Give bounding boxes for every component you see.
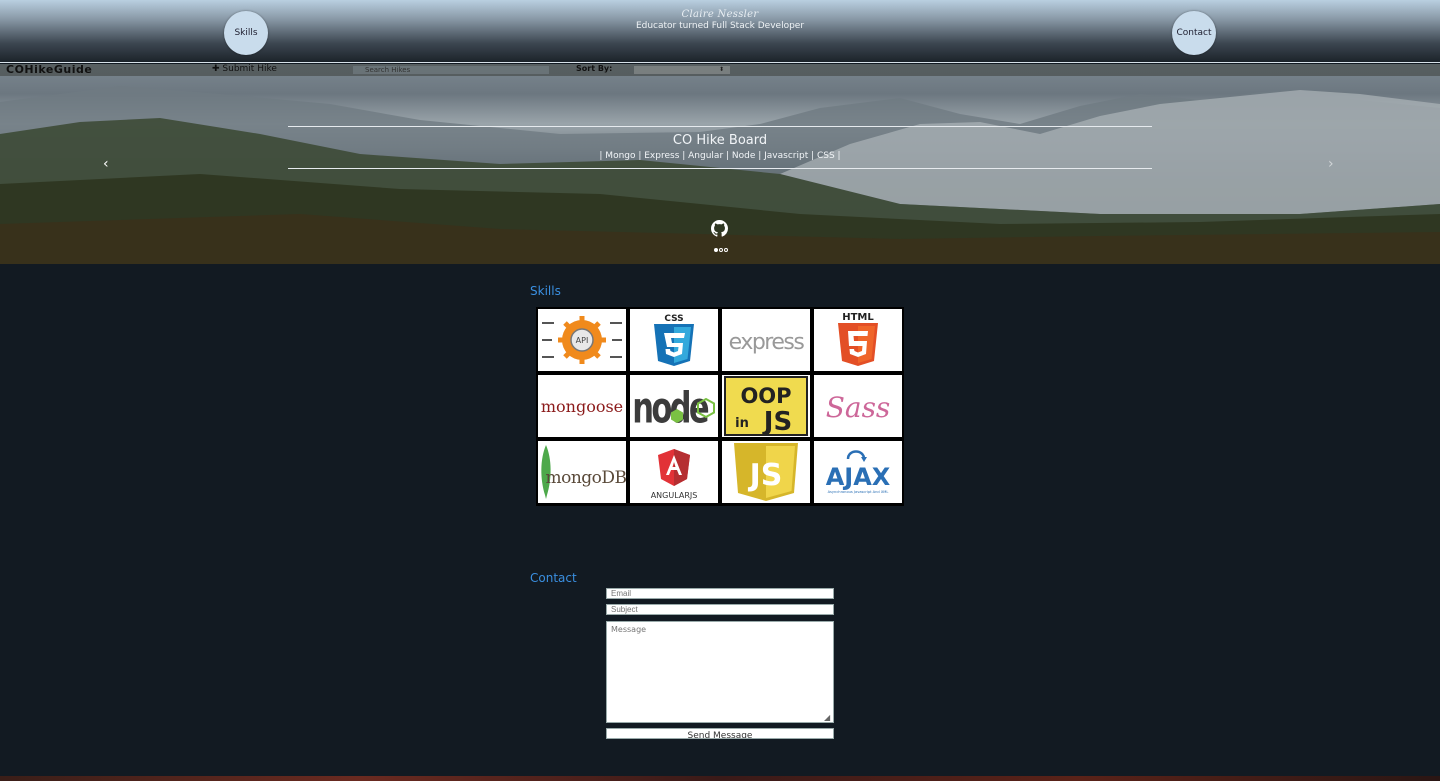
express-logo: express <box>722 309 810 371</box>
send-message-button[interactable]: Send Message <box>606 728 834 739</box>
carousel-indicators <box>714 248 728 252</box>
project-preview-navbar: COHikeGuide ✚ Submit Hike Search Hikes S… <box>0 64 1440 76</box>
oop-logo-js-text: JS <box>762 407 792 437</box>
mongoose-logo-text: mongoose <box>541 397 623 416</box>
skills-grid: API CSS express HTML mongoose node OOP i… <box>536 307 904 506</box>
angularjs-logo: ANGULARJS <box>630 441 718 503</box>
message-field[interactable] <box>606 621 834 723</box>
brand-subtitle: Educator turned Full Stack Developer <box>635 21 805 31</box>
angularjs-logo-text: ANGULARJS <box>651 491 698 500</box>
nav-contact-button[interactable]: Contact <box>1172 11 1216 55</box>
javascript-logo: JS <box>722 441 810 503</box>
nodejs-logo: node <box>630 375 718 437</box>
oop-logo-in-text: in <box>735 416 749 431</box>
javascript-logo-text: JS <box>748 458 783 493</box>
sass-logo-text: Sass <box>826 391 891 424</box>
ajax-logo: AJAX Asynchronous Javascript And XML <box>814 441 902 503</box>
sort-by-select: ⬍ <box>634 66 730 74</box>
github-icon[interactable] <box>711 220 728 237</box>
carousel-indicator[interactable] <box>719 248 723 252</box>
site-header: Skills Claire Nessler Educator turned Fu… <box>0 0 1440 63</box>
footer-image-strip <box>0 776 1440 781</box>
carousel-prev-arrow-icon[interactable]: ‹ <box>103 156 109 172</box>
carousel-caption-stack: | Mongo | Express | Angular | Node | Jav… <box>599 151 841 161</box>
search-hikes-field: Search Hikes <box>353 66 549 74</box>
skills-heading: Skills <box>530 284 561 298</box>
brand-name: Claire Nessler <box>681 9 759 20</box>
mongoose-logo: mongoose <box>538 375 626 437</box>
carousel-next-arrow-icon[interactable]: › <box>1328 156 1334 172</box>
oop-logo-text: OOP <box>740 384 791 408</box>
html5-logo-text: HTML <box>842 312 874 323</box>
carousel-indicator[interactable] <box>714 248 718 252</box>
submit-hike-link: ✚ Submit Hike <box>212 64 277 74</box>
subject-field[interactable] <box>606 604 834 615</box>
contact-heading: Contact <box>530 571 577 585</box>
project-logo: COHikeGuide <box>6 64 93 76</box>
css3-logo: CSS <box>630 309 718 371</box>
oop-in-js-logo: OOP in JS <box>722 375 810 437</box>
api-logo: API <box>538 309 626 371</box>
ajax-logo-caption: Asynchronous Javascript And XML <box>828 490 889 494</box>
html5-logo: HTML <box>814 309 902 371</box>
brand: Claire Nessler Educator turned Full Stac… <box>0 9 1440 31</box>
carousel-indicator[interactable] <box>724 248 728 252</box>
carousel-caption-title: CO Hike Board <box>672 133 768 148</box>
ajax-logo-text: AJAX <box>826 463 891 491</box>
css3-logo-text: CSS <box>664 314 683 324</box>
project-carousel: COHikeGuide ✚ Submit Hike Search Hikes S… <box>0 64 1440 264</box>
sort-by-label: Sort By: <box>576 64 613 73</box>
express-logo-text: express <box>729 330 805 355</box>
email-field[interactable] <box>606 588 834 599</box>
api-logo-text: API <box>576 336 589 345</box>
textarea-resize-handle-icon[interactable]: ◢ <box>824 713 830 722</box>
caption-top-rule <box>288 126 1152 127</box>
mongodb-logo-text: mongoDB <box>545 468 626 488</box>
mongodb-logo: mongoDB <box>538 441 626 503</box>
sass-logo: Sass <box>814 375 902 437</box>
caption-bottom-rule <box>288 168 1152 169</box>
